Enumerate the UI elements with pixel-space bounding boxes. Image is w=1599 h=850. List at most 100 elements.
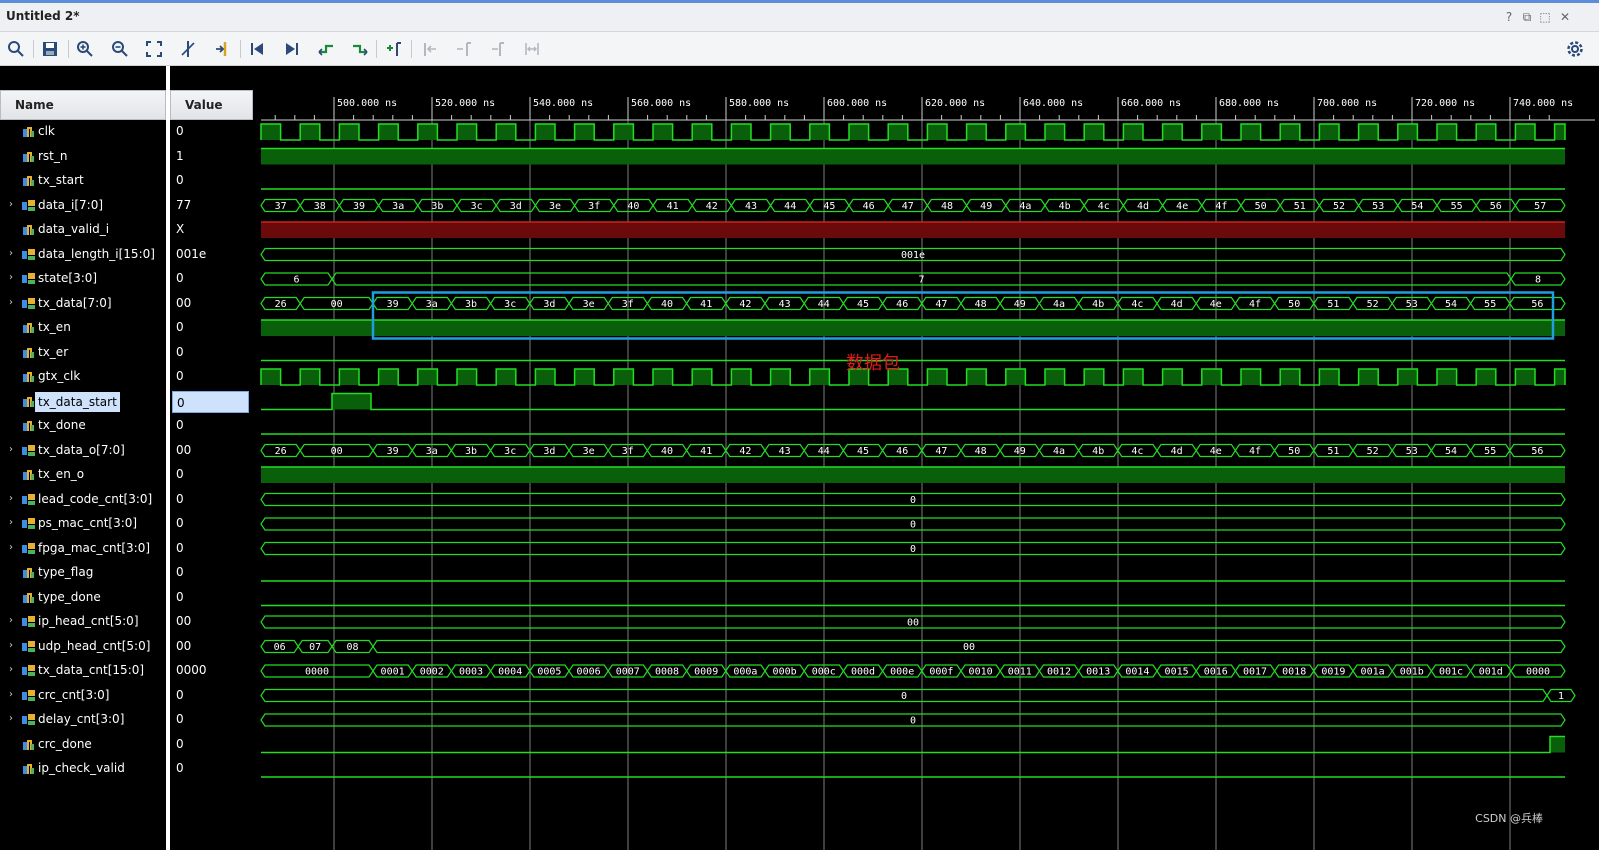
go-to-end-button[interactable] [280, 37, 304, 61]
next-transition-button[interactable] [348, 37, 372, 61]
signal-row[interactable]: clk 0 [0, 120, 253, 144]
tx_data_start-pulse-fill [332, 393, 371, 410]
expand-chevron-icon[interactable]: › [9, 689, 13, 700]
expand-chevron-icon[interactable]: › [9, 615, 13, 626]
name-column-header[interactable]: Name [0, 90, 166, 120]
output-signal-icon [23, 739, 34, 750]
signal-row[interactable]: type_flag 0 [0, 561, 253, 585]
zoom-fit-button[interactable] [142, 37, 166, 61]
cursor-button[interactable] [176, 37, 200, 61]
expand-chevron-icon[interactable]: › [9, 517, 13, 528]
zoom-in-button[interactable] [73, 37, 97, 61]
clock-high-fill [1045, 369, 1065, 385]
data_i-wave-value: 40 [627, 201, 639, 212]
clock-high-fill [1201, 124, 1222, 140]
tx_data-wave-value: 3a [426, 299, 438, 310]
add-marker-button[interactable] [382, 37, 406, 61]
signal-row[interactable]: tx_data_start 0 [0, 390, 253, 414]
previous-marker-button[interactable] [417, 37, 441, 61]
waveform-canvas[interactable]: 500.000 ns 520.000 ns 540.000 ns 560.000 ns… [257, 66, 1599, 850]
go-to-start-button[interactable] [245, 37, 269, 61]
data_i-wave-value: 55 [1451, 201, 1463, 212]
previous-transition-button[interactable] [314, 37, 338, 61]
signal-row[interactable]: tx_er 0 [0, 341, 253, 365]
tx_data_o-wave-value: 3b [465, 446, 477, 457]
signal-row[interactable]: › ps_mac_cnt[3:0] 0 [0, 512, 253, 536]
signal-row[interactable]: › crc_cnt[3:0] 0 [0, 684, 253, 708]
signal-value: 0 [176, 565, 184, 579]
signal-name: type_done [38, 589, 101, 604]
waveform-viewer[interactable]: 500.000 ns 520.000 ns 540.000 ns 560.000 ns… [257, 66, 1599, 850]
signal-row[interactable]: tx_en 0 [0, 316, 253, 340]
zoom-out-button[interactable] [108, 37, 132, 61]
signal-row[interactable]: rst_n 1 [0, 145, 253, 169]
signal-row[interactable]: › udp_head_cnt[5:0] 00 [0, 635, 253, 659]
restore-icon[interactable]: ⧉ [1520, 10, 1534, 25]
swap-cursors-button[interactable] [486, 37, 510, 61]
signal-row[interactable]: › state[3:0] 0 [0, 267, 253, 291]
signal-row[interactable]: › data_length_i[15:0] 001e [0, 243, 253, 267]
expand-chevron-icon[interactable]: › [9, 199, 13, 210]
close-icon[interactable]: ✕ [1558, 10, 1572, 24]
signal-row[interactable]: data_valid_i X [0, 218, 253, 242]
signal-row[interactable]: ip_check_valid 0 [0, 757, 253, 781]
next-marker-button[interactable] [451, 37, 475, 61]
expand-chevron-icon[interactable]: › [9, 272, 13, 283]
tx_data-wave-value: 56 [1531, 299, 1543, 310]
signal-row[interactable]: › lead_code_cnt[3:0] 0 [0, 488, 253, 512]
search-button[interactable] [4, 37, 28, 61]
input-signal-icon [23, 323, 34, 333]
clock-high-fill [1358, 369, 1379, 385]
bus-signal-icon [22, 542, 35, 554]
expand-chevron-icon[interactable]: › [9, 542, 13, 553]
expand-chevron-icon[interactable]: › [9, 713, 13, 724]
signal-row[interactable]: › ip_head_cnt[5:0] 00 [0, 610, 253, 634]
expand-chevron-icon[interactable]: › [9, 248, 13, 259]
signal-row[interactable]: tx_done 0 [0, 414, 253, 438]
save-button[interactable] [38, 37, 62, 61]
value-column-header[interactable]: Value [170, 90, 253, 120]
expand-chevron-icon[interactable]: › [9, 640, 13, 651]
tx_data_cnt-wave-value: 0000 [305, 667, 329, 678]
signal-row[interactable]: › data_i[7:0] 77 [0, 194, 253, 218]
input-signal-icon [23, 127, 34, 137]
expand-chevron-icon[interactable]: › [9, 297, 13, 308]
tx_data-wave-value: 47 [935, 299, 947, 310]
settings-button[interactable] [1563, 37, 1587, 61]
clock-high-fill [496, 124, 516, 140]
clock-high-fill [1397, 124, 1418, 140]
time-tick-label: 720.000 ns [1415, 98, 1475, 109]
signal-row[interactable]: › tx_data[7:0] 00 [0, 292, 253, 316]
clock-high-fill [1123, 369, 1143, 385]
input-signal-icon [23, 225, 34, 235]
signal-row[interactable]: › tx_data_cnt[15:0] 0000 [0, 659, 253, 683]
clock-high-fill [496, 369, 516, 385]
data_i-wave-value: 3f [588, 201, 600, 212]
expand-chevron-icon[interactable]: › [9, 444, 13, 455]
signal-value: 0 [176, 761, 184, 775]
zoom-in-icon [77, 41, 93, 57]
go-to-cursor-button[interactable] [211, 37, 235, 61]
signal-row[interactable]: › tx_data_o[7:0] 00 [0, 439, 253, 463]
tx_data_o-wave-value: 4f [1249, 446, 1261, 457]
tx_data_o-wave-value: 44 [818, 446, 830, 457]
signal-row[interactable]: crc_done 0 [0, 733, 253, 757]
help-icon[interactable]: ? [1502, 10, 1516, 24]
expand-chevron-icon[interactable]: › [9, 664, 13, 675]
signal-row[interactable]: type_done 0 [0, 586, 253, 610]
expand-chevron-icon[interactable]: › [9, 493, 13, 504]
signal-value: 0 [176, 467, 184, 481]
tx_data_cnt-wave-value: 001b [1400, 667, 1424, 678]
signal-row[interactable]: › delay_cnt[3:0] 0 [0, 708, 253, 732]
signal-row[interactable]: tx_start 0 [0, 169, 253, 193]
clock-high-fill [457, 369, 477, 385]
data_i-wave-value: 41 [667, 201, 679, 212]
signal-row[interactable]: gtx_clk 0 [0, 365, 253, 389]
snap-button[interactable] [520, 37, 544, 61]
signal-name: data_length_i[15:0] [38, 246, 155, 261]
clock-high-fill [731, 124, 751, 140]
maximize-icon[interactable]: ⬚ [1538, 10, 1552, 24]
tx_data-wave-value: 3d [543, 299, 555, 310]
signal-row[interactable]: › fpga_mac_cnt[3:0] 0 [0, 537, 253, 561]
signal-row[interactable]: tx_en_o 0 [0, 463, 253, 487]
